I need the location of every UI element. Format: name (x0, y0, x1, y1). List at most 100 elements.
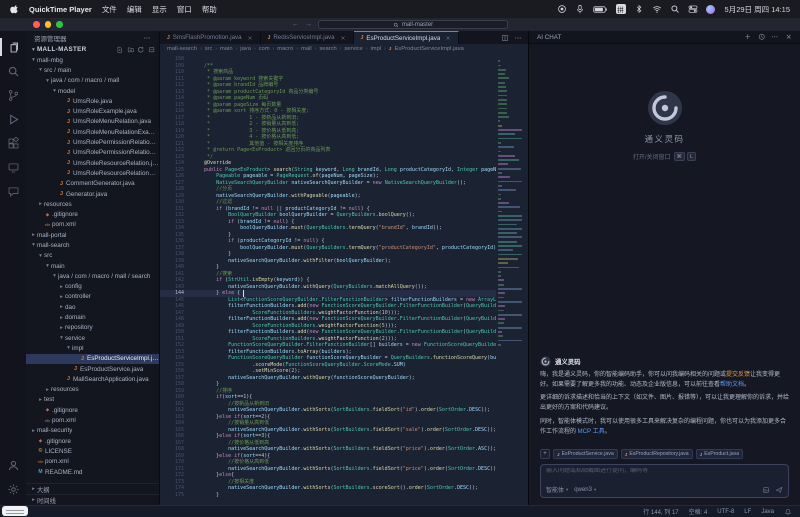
tree-folder-model[interactable]: ▾model (26, 86, 159, 96)
tree-file-license[interactable]: ©LICENSE (26, 446, 159, 456)
send-message-icon[interactable] (775, 486, 783, 494)
message-link[interactable]: 帮助文档 (720, 382, 744, 388)
tree-folder-domain[interactable]: ▸domain (26, 312, 159, 322)
chat-input[interactable] (546, 468, 783, 474)
menubar-item-显示[interactable]: 显示 (152, 4, 167, 15)
code-editor[interactable]: 108109 /**110 * 搜索商品111 * @param keyword… (160, 54, 528, 505)
control-center-icon[interactable] (688, 4, 698, 14)
breadcrumb-item-service[interactable]: service (344, 46, 362, 52)
tree-folder-mall-mbg[interactable]: ▾mall-mbg (26, 55, 159, 65)
tree-file-umsroleresourcerelationexample-j[interactable]: JUmsRoleResourceRelationExample.j... (26, 168, 159, 178)
tree-folder-config[interactable]: ▸config (26, 282, 159, 292)
status-item-空格-4[interactable]: 空格: 4 (689, 507, 708, 516)
tab-esproductserviceimpl-java[interactable]: JEsProductServiceImpl.java (354, 31, 460, 44)
tree-folder-controller[interactable]: ▸controller (26, 292, 159, 302)
tree-folder-java-com-macro-mall[interactable]: ▾java / com / macro / mall (26, 76, 159, 86)
new-folder-icon[interactable] (127, 46, 135, 54)
tree-file-commentgenerator-java[interactable]: JCommentGenerator.java (26, 179, 159, 189)
keycap-l[interactable]: L (687, 152, 696, 161)
tree-folder-repository[interactable]: ▸repository (26, 323, 159, 333)
battery-icon[interactable] (593, 5, 608, 14)
tree-file-pom-xml[interactable]: </>pom.xml (26, 415, 159, 425)
tab-smsflashpromotion-java[interactable]: JSmsFlashPromotion.java (160, 31, 261, 44)
collapse-all-icon[interactable] (148, 46, 156, 54)
activity-item-settings[interactable] (0, 477, 26, 501)
context-chip-esproductrepository-java[interactable]: JEsProductRepository.java (621, 449, 693, 459)
tree-folder-dao[interactable]: ▸dao (26, 302, 159, 312)
status-item-java[interactable]: Java (761, 509, 774, 515)
more-actions-icon[interactable] (514, 34, 522, 42)
chat-input-box[interactable]: 智能体 ▾ qwen3 ▾ (540, 464, 789, 498)
tree-file-esproductserviceimpl-java[interactable]: JEsProductServiceImpl.java (26, 354, 159, 364)
status-item-lf[interactable]: LF (744, 509, 751, 515)
tree-file-gitignore[interactable]: ◆.gitignore (26, 209, 159, 219)
tree-file-umsrolepermissionrelation-java[interactable]: JUmsRolePermissionRelation.java (26, 137, 159, 147)
tree-folder-src-main[interactable]: ▾src / main (26, 65, 159, 75)
tree-file-umsroleresourcerelation-java[interactable]: JUmsRoleResourceRelation.java (26, 158, 159, 168)
refresh-icon[interactable] (137, 46, 145, 54)
breadcrumb-item-mall-search[interactable]: mall-search (167, 46, 197, 52)
breadcrumb-item-impl[interactable]: impl (370, 46, 381, 52)
tree-folder-mall-security[interactable]: ▸mall-security (26, 426, 159, 436)
breadcrumb-item-com[interactable]: com (259, 46, 270, 52)
keycap-[interactable]: ⌘ (674, 152, 686, 161)
tree-file-umsrolemenurelation-java[interactable]: JUmsRoleMenuRelation.java (26, 117, 159, 127)
activity-item-source-control[interactable] (0, 83, 26, 107)
dock-window-thumbnail[interactable] (2, 506, 28, 516)
context-chip-esproductservice-java[interactable]: JEsProductService.java (553, 449, 618, 459)
timeline-section[interactable]: ▸ 时间线 (26, 494, 159, 505)
tree-file-umsrolepermissionrelationexample[interactable]: JUmsRolePermissionRelationExample... (26, 148, 159, 158)
breadcrumb-item-java[interactable]: java (240, 46, 251, 52)
explorer-section-header[interactable]: ▾ MALL-MASTER (26, 44, 159, 55)
close-panel-icon[interactable] (785, 33, 793, 41)
tree-file-gitignore[interactable]: ◆.gitignore (26, 405, 159, 415)
tree-folder-resources[interactable]: ▸resources (26, 385, 159, 395)
zoom-window-button[interactable] (56, 21, 63, 28)
tree-file-umsrole-java[interactable]: JUmsRole.java (26, 96, 159, 106)
apple-menu-icon[interactable] (10, 4, 19, 14)
tree-folder-impl[interactable]: ▾impl (26, 343, 159, 353)
menubar-item-文件[interactable]: 文件 (102, 4, 117, 15)
tree-folder-main[interactable]: ▾main (26, 261, 159, 271)
outline-section[interactable]: ▸ 大纲 (26, 483, 159, 494)
chat-more-icon[interactable] (771, 33, 779, 41)
attach-image-icon[interactable] (762, 486, 770, 494)
breadcrumb-item-search[interactable]: search (319, 46, 336, 52)
bluetooth-icon[interactable] (634, 4, 644, 14)
tree-file-umsroleexample-java[interactable]: JUmsRoleExample.java (26, 106, 159, 116)
add-context-button[interactable]: + (540, 449, 550, 459)
menubar-item-窗口[interactable]: 窗口 (177, 4, 192, 15)
new-chat-icon[interactable] (744, 33, 752, 41)
tree-folder-src[interactable]: ▾src (26, 251, 159, 261)
activity-item-account[interactable] (0, 453, 26, 477)
tree-file-gitignore[interactable]: ◆.gitignore (26, 436, 159, 446)
activity-item-extensions[interactable] (0, 131, 26, 155)
tree-folder-resources[interactable]: ▸resources (26, 199, 159, 209)
command-center-search[interactable]: mall-master (318, 20, 508, 30)
activity-item-run-debug[interactable] (0, 107, 26, 131)
status-item-行-144-列-17[interactable]: 行 144, 列 17 (643, 507, 678, 516)
tree-folder-test[interactable]: ▸test (26, 395, 159, 405)
split-editor-icon[interactable] (501, 34, 509, 42)
tree-file-pom-xml[interactable]: </>pom.xml (26, 220, 159, 230)
tab-redisserviceimpl-java[interactable]: JRedisServiceImpl.java (261, 31, 354, 44)
minimize-window-button[interactable] (45, 21, 52, 28)
activity-item-explorer[interactable] (0, 35, 26, 59)
tree-file-umsrolemenurelationexample-java[interactable]: JUmsRoleMenuRelationExample.java (26, 127, 159, 137)
breadcrumb-item-file[interactable]: EsProductServiceImpl.java (394, 46, 463, 52)
tree-file-esproductservice-java[interactable]: JEsProductService.java (26, 364, 159, 374)
notifications-bell-icon[interactable] (784, 508, 792, 516)
agent-mode-dropdown[interactable]: 智能体 ▾ (546, 485, 568, 494)
mic-icon[interactable] (575, 4, 585, 14)
siri-icon[interactable] (706, 5, 715, 14)
menubar-item-编辑[interactable]: 编辑 (127, 4, 142, 15)
message-link[interactable]: MCP 工具 (578, 429, 605, 435)
context-chip-esproduct-java[interactable]: JEsProduct.java (696, 449, 743, 459)
tree-file-readme-md[interactable]: MREADME.md (26, 467, 159, 477)
tree-file-generator-java[interactable]: JGenerator.java (26, 189, 159, 199)
input-method-icon[interactable]: 拼 (616, 4, 626, 14)
status-item-utf-8[interactable]: UTF-8 (717, 509, 734, 515)
nav-back-icon[interactable]: ← (292, 21, 299, 28)
search-icon[interactable] (670, 4, 680, 14)
close-tab-icon[interactable] (445, 35, 451, 41)
